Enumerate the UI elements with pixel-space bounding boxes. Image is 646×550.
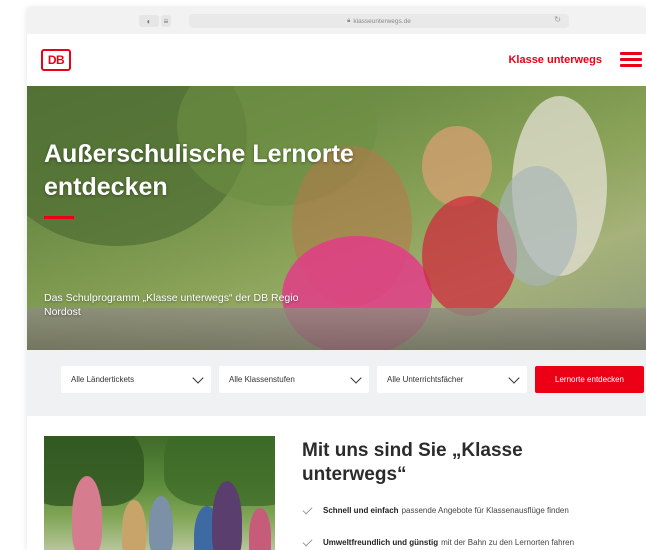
filter-bar: Alle Ländertickets Alle Klassenstufen Al…	[27, 350, 646, 416]
sidebar-icon[interactable]: ◐	[139, 15, 159, 27]
tickets-select[interactable]: Alle Ländertickets	[61, 366, 211, 393]
hero-photo-person	[497, 166, 577, 286]
checkmark-icon	[302, 536, 313, 546]
discover-locations-button[interactable]: Lernorte entdecken	[535, 366, 644, 393]
grades-select[interactable]: Alle Klassenstufen	[219, 366, 369, 393]
address-bar[interactable]: 🔒︎ klasseunterwegs.de ↻	[189, 14, 569, 28]
section-title: Mit uns sind Sie „Klasse unterwegs“	[302, 440, 523, 485]
reload-icon[interactable]: ↻	[554, 15, 561, 24]
subjects-select[interactable]: Alle Unterrichtsfächer	[377, 366, 527, 393]
chevron-down-icon	[508, 371, 520, 384]
url-text: klasseunterwegs.de	[353, 17, 411, 25]
photo-child	[122, 500, 146, 550]
benefit-list-item: Umweltfreundlich und günstig mit der Bah…	[302, 536, 574, 547]
lock-icon: 🔒︎	[347, 17, 351, 24]
photo-child	[149, 496, 173, 550]
header-title-link[interactable]: Klasse unterwegs	[508, 54, 602, 66]
benefit-list-item: Schnell und einfach passende Angebote fü…	[302, 504, 569, 515]
photo-child	[72, 476, 102, 550]
browser-window: ◐ ≡ 🔒︎ klasseunterwegs.de ↻ DB Klasse un…	[27, 8, 646, 550]
chevron-down-icon	[192, 371, 204, 384]
hero-photo-person	[422, 126, 492, 206]
site-header: DB Klasse unterwegs	[27, 34, 646, 92]
checkmark-icon	[302, 504, 313, 514]
browser-toolbar: ◐ ≡ 🔒︎ klasseunterwegs.de ↻	[27, 8, 646, 35]
chevron-down-icon	[350, 371, 362, 384]
hero-banner: Außerschulische Lernorte entdecken Das S…	[27, 86, 646, 350]
tabs-icon[interactable]: ≡	[161, 15, 171, 27]
hero-title-accent-line	[44, 216, 74, 219]
photo-child	[249, 508, 271, 550]
hero-subtitle: Das Schulprogramm „Klasse unterwegs“ der…	[44, 292, 299, 318]
hamburger-menu-icon[interactable]	[620, 52, 642, 68]
db-logo[interactable]: DB	[41, 49, 71, 71]
hero-title: Außerschulische Lernorte entdecken	[44, 140, 354, 201]
kids-running-photo	[44, 436, 275, 550]
